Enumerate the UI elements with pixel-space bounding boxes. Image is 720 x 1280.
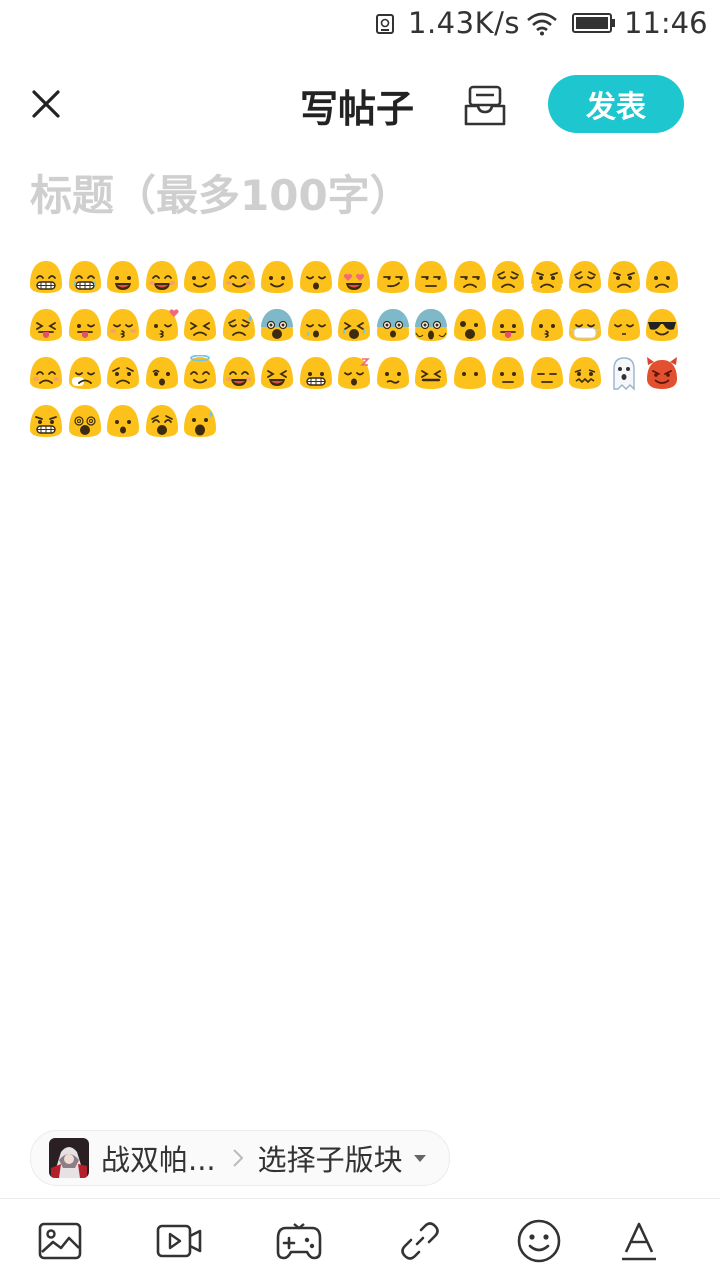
angry-emoji xyxy=(606,259,645,297)
close-button[interactable] xyxy=(26,84,66,124)
insert-emoji-button[interactable] xyxy=(516,1218,562,1264)
happy-blush-emoji xyxy=(144,259,183,297)
drafts-button[interactable] xyxy=(462,84,508,128)
zipper-ish-emoji xyxy=(567,355,606,393)
blush-smile-emoji xyxy=(221,355,260,393)
text-format-icon xyxy=(622,1222,656,1261)
tongue-out-emoji xyxy=(490,307,529,345)
tired-emoji xyxy=(413,355,452,393)
pensive-emoji xyxy=(490,259,529,297)
emoji-row xyxy=(28,259,700,297)
fearful-emoji xyxy=(259,307,298,345)
laughing-emoji xyxy=(259,355,298,393)
board-selector[interactable]: 战双帕... 选择子版块 xyxy=(30,1130,450,1186)
header: 写帖子 发表 xyxy=(0,60,720,150)
emoji-row xyxy=(28,307,700,345)
smile-emoji xyxy=(105,259,144,297)
expressionless-emoji xyxy=(529,355,568,393)
emoji-row xyxy=(28,355,700,393)
content-emoji xyxy=(221,259,260,297)
toolbar-divider xyxy=(0,1198,720,1199)
grimace-emoji xyxy=(298,355,337,393)
kiss-blush-emoji xyxy=(105,307,144,345)
game-icon xyxy=(276,1223,322,1260)
publish-button[interactable]: 发表 xyxy=(548,75,684,133)
expressionless-side-emoji xyxy=(452,259,491,297)
confused-emoji xyxy=(375,355,414,393)
innocent-emoji xyxy=(182,355,221,393)
emoji-icon xyxy=(517,1219,561,1263)
battery-icon xyxy=(572,13,615,33)
ghost-emoji xyxy=(606,355,645,393)
insert-video-button[interactable] xyxy=(156,1218,202,1264)
clock: 11:46 xyxy=(624,6,708,40)
page-title: 写帖子 xyxy=(300,87,415,131)
tongue-squint-emoji xyxy=(67,307,106,345)
scream-emoji xyxy=(413,307,452,345)
sleeping-zzz-emoji xyxy=(336,355,375,393)
board-name: 战双帕... xyxy=(101,1143,216,1177)
open-mouth-emoji xyxy=(105,403,144,441)
persevere-emoji xyxy=(182,307,221,345)
close-icon xyxy=(32,90,60,118)
angry-steam-emoji xyxy=(529,259,568,297)
title-input[interactable] xyxy=(30,160,690,230)
sd-card-icon xyxy=(376,14,394,34)
insert-link-button[interactable] xyxy=(397,1218,443,1264)
sunglasses-emoji xyxy=(644,307,683,345)
sneeze-emoji xyxy=(67,355,106,393)
link-icon xyxy=(401,1222,439,1260)
sleepy-emoji xyxy=(298,307,337,345)
heart-eyes-emoji xyxy=(336,259,375,297)
net-speed: 1.43K/s xyxy=(408,6,520,40)
insert-game-button[interactable] xyxy=(276,1218,322,1264)
worried-emoji xyxy=(105,355,144,393)
mask-emoji xyxy=(567,307,606,345)
tongue-wink-emoji xyxy=(28,307,67,345)
frown-emoji xyxy=(644,259,683,297)
dizzy-emoji xyxy=(67,403,106,441)
relieved-emoji xyxy=(298,259,337,297)
sad-sweat-emoji xyxy=(221,307,260,345)
weary-emoji xyxy=(144,403,183,441)
confused-sad-emoji xyxy=(28,355,67,393)
text-format-button[interactable] xyxy=(616,1218,662,1264)
sleeping-emoji xyxy=(606,307,645,345)
grin-big-emoji xyxy=(28,259,67,297)
kiss-heart-emoji xyxy=(144,307,183,345)
neutral-emoji xyxy=(490,355,529,393)
slight-smile-emoji xyxy=(259,259,298,297)
chevron-right-icon xyxy=(232,1149,244,1167)
insert-image-button[interactable] xyxy=(37,1218,83,1264)
grimace-angry-emoji xyxy=(28,403,67,441)
caret-down-icon xyxy=(413,1155,426,1162)
emoji-row xyxy=(28,403,700,441)
hushed-emoji xyxy=(144,355,183,393)
no-mouth-emoji xyxy=(452,355,491,393)
image-icon xyxy=(38,1222,82,1260)
kissing-emoji xyxy=(529,307,568,345)
video-icon xyxy=(156,1224,202,1258)
bottom-toolbar xyxy=(0,1200,720,1280)
unamused-side-emoji xyxy=(413,259,452,297)
devil-emoji xyxy=(644,355,683,393)
wink-emoji xyxy=(182,259,221,297)
sub-board-label: 选择子版块 xyxy=(257,1143,403,1177)
status-bar: 1.43K/s 11:46 xyxy=(0,0,720,50)
anxious-sweat-emoji xyxy=(375,307,414,345)
board-avatar xyxy=(49,1138,89,1178)
wifi-icon xyxy=(527,12,557,36)
drafts-box-icon xyxy=(464,85,506,126)
laugh-tears-emoji xyxy=(67,259,106,297)
post-body[interactable] xyxy=(28,259,700,451)
crying-emoji xyxy=(336,307,375,345)
astonished-emoji xyxy=(452,307,491,345)
shocked-emoji xyxy=(182,403,221,441)
disappointed-emoji xyxy=(567,259,606,297)
smirk-emoji xyxy=(375,259,414,297)
